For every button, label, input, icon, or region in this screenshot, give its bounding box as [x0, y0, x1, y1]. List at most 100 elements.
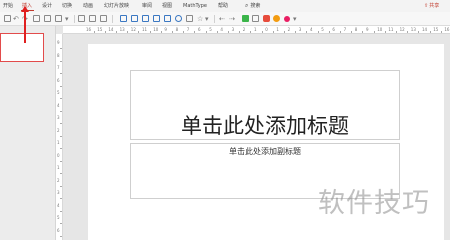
ruler-tick-label: 7	[343, 27, 347, 32]
tab-slideshow[interactable]: 幻灯片放映	[104, 2, 129, 10]
ruler-tick-label: 1	[254, 27, 257, 32]
subtitle-placeholder-text: 单击此处添加副标题	[229, 147, 301, 156]
ruler-tick	[60, 110, 62, 112]
ruler-tick	[138, 31, 140, 33]
picture-icon[interactable]	[131, 15, 138, 22]
ruler-tick	[104, 31, 106, 33]
ruler-tick	[351, 31, 353, 33]
search-box[interactable]: ⌕ 搜索	[245, 2, 260, 10]
tab-animations[interactable]: 动画	[83, 2, 93, 10]
tab-home[interactable]: 开始	[3, 2, 13, 10]
chevron-down-icon[interactable]: ▾	[205, 13, 209, 25]
ruler-tick-label: 3	[231, 27, 235, 32]
ruler-tick	[160, 31, 162, 33]
title-placeholder[interactable]: 单击此处添加标题	[130, 70, 400, 140]
ruler-tick-label: 4	[310, 27, 313, 32]
arrow-right-icon[interactable]: ⇢	[229, 13, 235, 25]
circle-icon[interactable]	[175, 15, 182, 22]
watermark: 软件技巧	[318, 188, 430, 219]
ruler-tick-label: 10	[153, 27, 159, 32]
slide-thumbnail[interactable]	[0, 33, 44, 62]
ruler-tick	[149, 31, 151, 33]
star-icon[interactable]: ☆	[197, 13, 203, 25]
tab-mathtype[interactable]: MathType	[183, 2, 207, 10]
ruler-tick	[60, 173, 62, 175]
align-icon[interactable]	[100, 15, 107, 22]
ruler-tick	[60, 98, 62, 100]
print-preview-icon[interactable]	[44, 15, 51, 22]
customize-toolbar-icon[interactable]: ▾	[293, 13, 297, 25]
ruler-tick-label: 7	[57, 65, 60, 70]
slide-thumbnail-panel	[0, 26, 55, 240]
ruler-tick	[93, 31, 95, 33]
ruler-tick-label: 6	[57, 227, 60, 233]
share-label: 共享	[429, 3, 440, 9]
ruler-tick	[205, 31, 207, 33]
ruler-tick-label: 1	[57, 165, 60, 170]
ruler-tick-label: 8	[57, 52, 60, 58]
tab-help[interactable]: 帮助	[218, 2, 228, 10]
textbox-icon[interactable]	[186, 15, 193, 22]
ruler-tick-label: 2	[287, 27, 291, 32]
ruler-tick	[172, 31, 173, 33]
ruler-tick	[284, 31, 285, 33]
ruler-tick-label: 9	[366, 27, 369, 32]
screen-recording-icon[interactable]	[242, 15, 249, 22]
undo-icon[interactable]: ↶	[13, 13, 19, 25]
annotation-arrow-head	[21, 6, 29, 12]
tab-design[interactable]: 设计	[42, 2, 52, 10]
toolbar-separator	[112, 15, 113, 23]
ruler-tick-label: 0	[57, 152, 60, 158]
share-button[interactable]: ⇪共享	[424, 2, 439, 10]
ruler-tick	[60, 135, 62, 137]
ruler-tick-label: 1	[57, 140, 60, 145]
ruler-tick-label: 3	[298, 27, 302, 32]
add-in-icon[interactable]	[263, 15, 270, 22]
share-icon: ⇪	[424, 3, 429, 9]
ruler-tick-label: 6	[332, 27, 335, 32]
toolbar-separator	[214, 15, 215, 23]
table-icon[interactable]	[120, 15, 127, 22]
ruler-tick	[306, 31, 308, 33]
arrow-left-icon[interactable]: ⇠	[219, 13, 225, 25]
spelling-icon[interactable]	[89, 15, 96, 22]
smartart-icon[interactable]	[164, 15, 171, 22]
tab-view[interactable]: 视图	[162, 2, 172, 10]
ruler-tick	[60, 73, 62, 75]
ruler-tick	[60, 235, 62, 237]
ruler-tick	[60, 185, 62, 187]
ruler-tick-label: 13	[119, 27, 125, 32]
chart-icon[interactable]	[153, 15, 160, 22]
slide-size-icon[interactable]	[252, 15, 259, 22]
ruler-tick	[250, 31, 252, 33]
search-icon: ⌕	[245, 2, 249, 9]
ruler-tick-label: 11	[142, 27, 148, 32]
chevron-down-icon[interactable]: ▾	[65, 13, 69, 25]
ruler-tick	[418, 31, 420, 33]
from-beginning-icon[interactable]	[33, 15, 40, 22]
ruler-tick	[194, 31, 196, 33]
ruler-tick-label: 0	[265, 27, 268, 32]
ruler-tick-label: 5	[57, 90, 60, 95]
color-picker-icon[interactable]	[273, 15, 280, 22]
ruler-tick	[216, 31, 218, 33]
ruler-tick	[396, 31, 397, 33]
ruler-tick-label: 3	[57, 190, 60, 195]
new-slide-icon[interactable]	[55, 15, 62, 22]
ruler-tick	[60, 60, 62, 62]
ruler-tick	[272, 31, 274, 33]
ruler-tick-label: 2	[57, 177, 60, 183]
ruler-tick	[60, 123, 62, 125]
shapes-icon[interactable]	[142, 15, 149, 22]
ruler-tick-label: 7	[186, 27, 190, 32]
ruler-tick-label: 2	[242, 27, 246, 32]
save-icon[interactable]	[4, 15, 11, 22]
tab-transitions[interactable]: 切换	[62, 2, 72, 10]
ruler-tick	[228, 31, 229, 33]
record-icon[interactable]	[284, 16, 290, 22]
ruler-tick-label: 11	[388, 27, 394, 32]
tab-review[interactable]: 审阅	[142, 2, 152, 10]
ruler-tick-label: 4	[57, 202, 60, 208]
ribbon-tab-bar: 开始 插入 设计 切换 动画 幻灯片放映 审阅 视图 MathType 帮助 ⌕…	[0, 0, 450, 12]
format-painter-icon[interactable]	[78, 15, 85, 22]
